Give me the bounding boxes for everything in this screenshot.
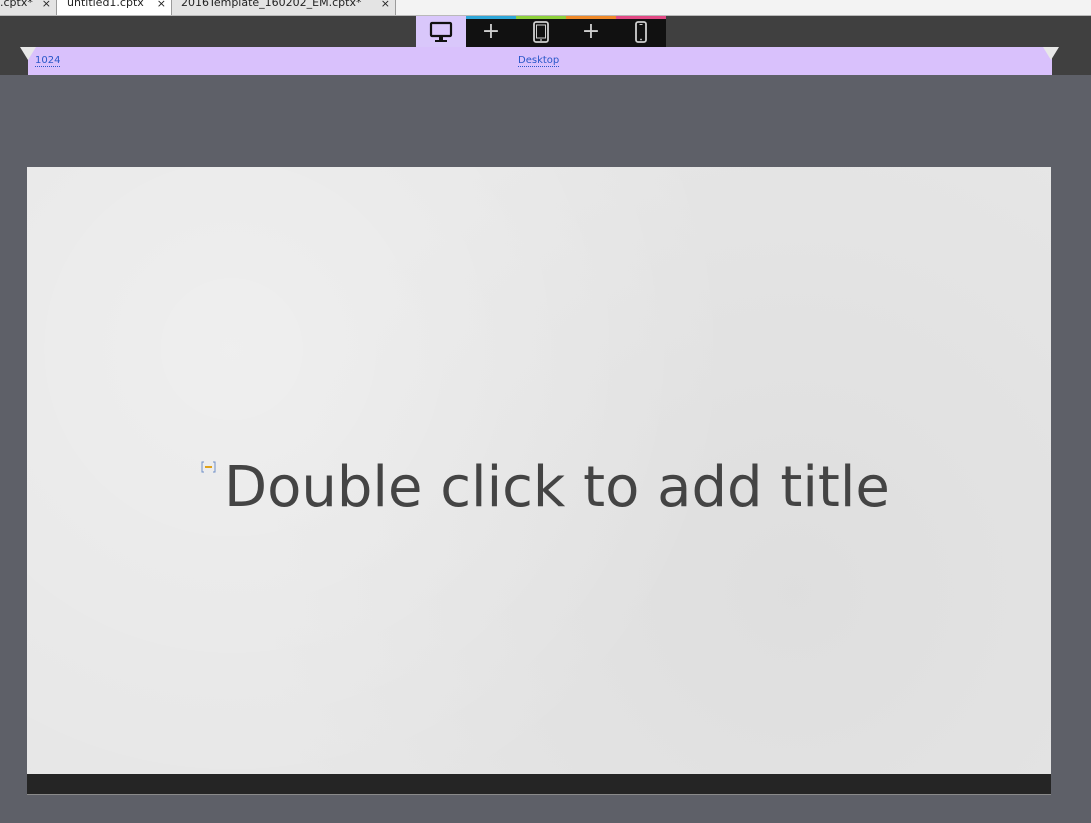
placeholder-marker-icon (201, 461, 216, 473)
tablet-icon (533, 20, 549, 43)
add-breakpoint-button[interactable]: + (566, 16, 616, 47)
tab-label: .cptx* (0, 0, 33, 9)
breakpoint-desktop-button[interactable] (416, 16, 466, 47)
breakpoint-accent-line (566, 16, 616, 19)
plus-icon: + (581, 18, 601, 44)
breakpoint-mobile-button[interactable] (616, 16, 666, 47)
breakpoint-width-link[interactable]: 1024 (35, 55, 61, 67)
breakpoint-tablet-button[interactable] (516, 16, 566, 47)
close-icon[interactable]: × (42, 0, 51, 9)
breakpoint-accent-line (616, 16, 666, 19)
tab-label: untitled1.cptx (67, 0, 144, 9)
document-tab-active[interactable]: untitled1.cptx × (57, 0, 172, 15)
plus-icon: + (481, 18, 501, 44)
title-placeholder[interactable]: Double click to add title (224, 455, 890, 520)
breakpoint-accent-line (466, 16, 516, 19)
slide-footer-bar (27, 774, 1051, 795)
document-tab[interactable]: .cptx* × (0, 0, 57, 15)
mobile-icon (635, 20, 647, 43)
close-icon[interactable]: × (381, 0, 390, 9)
desktop-icon (429, 21, 453, 42)
breakpoint-accent-line (516, 16, 566, 19)
breakpoint-mode-link[interactable]: Desktop (518, 55, 560, 67)
add-breakpoint-button[interactable]: + (466, 16, 516, 47)
document-tab[interactable]: 2016Template_160202_EM.cptx* × (172, 0, 396, 15)
document-tab-bar: .cptx* × untitled1.cptx × 2016Template_1… (0, 0, 1091, 16)
ruler-left-marker[interactable] (20, 47, 36, 60)
close-icon[interactable]: × (157, 0, 166, 9)
ruler-right-marker[interactable] (1043, 47, 1059, 60)
tab-label: 2016Template_160202_EM.cptx* (181, 0, 362, 9)
